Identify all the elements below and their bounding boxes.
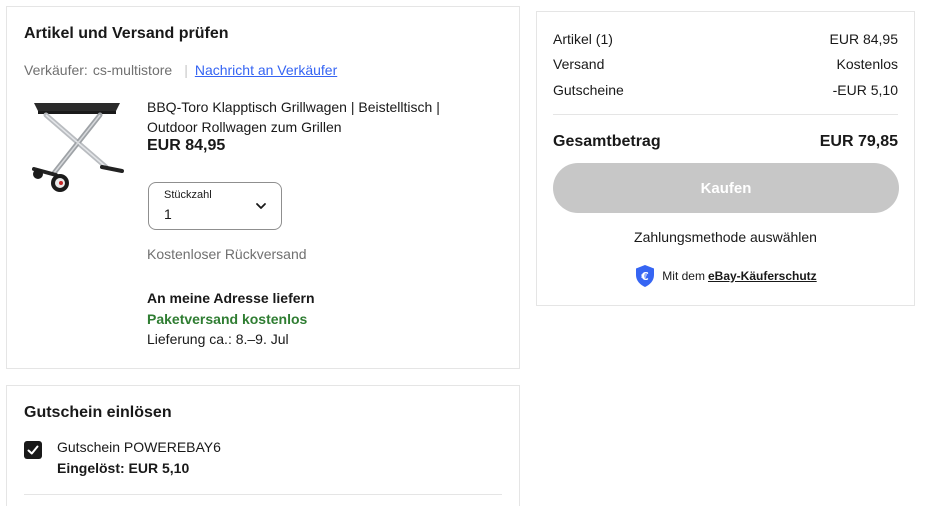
divider [24, 494, 502, 495]
items-shipping-card: Artikel und Versand prüfen Verkäufer: cs… [6, 6, 520, 369]
protection-prefix: Mit dem [662, 269, 705, 283]
svg-text:€: € [640, 270, 649, 283]
summary-row-coupons: Gutscheine -EUR 5,10 [553, 82, 898, 98]
seller-label: Verkäufer: [24, 62, 88, 78]
summary-label: Gutscheine [553, 82, 624, 98]
buy-button[interactable]: Kaufen [553, 163, 899, 213]
order-total-row: Gesamtbetrag EUR 79,85 [553, 133, 898, 151]
free-returns-text: Kostenloser Rückversand [147, 246, 307, 262]
coupon-code-text: Gutschein POWEREBAY6 [57, 439, 221, 455]
separator: | [184, 62, 188, 78]
summary-label: Artikel (1) [553, 31, 613, 47]
seller-name: cs-multistore [92, 62, 173, 78]
coupon-checkbox[interactable] [24, 441, 42, 459]
total-value: EUR 79,85 [819, 133, 898, 150]
summary-row-shipping: Versand Kostenlos [553, 56, 898, 72]
folding-grill-cart-image[interactable] [24, 95, 124, 195]
total-label: Gesamtbetrag [553, 133, 661, 150]
product-title[interactable]: BBQ-Toro Klapptisch Grillwagen | Beistel… [147, 97, 487, 137]
shipping-method: Paketversand kostenlos [147, 311, 308, 327]
product-price: EUR 84,95 [147, 137, 226, 154]
shield-euro-icon: € [636, 265, 655, 287]
message-seller-link[interactable]: Nachricht an Verkäufer [195, 62, 337, 78]
summary-value: -EUR 5,10 [832, 82, 898, 98]
divider [553, 114, 898, 115]
coupon-card: Gutschein einlösen Gutschein POWEREBAY6 … [6, 385, 520, 506]
summary-row-items: Artikel (1) EUR 84,95 [553, 31, 898, 47]
coupon-title: Gutschein einlösen [24, 404, 172, 421]
summary-value: Kostenlos [836, 56, 898, 72]
seller-row: Verkäufer: cs-multistore | Nachricht an … [24, 62, 337, 78]
summary-value: EUR 84,95 [829, 31, 898, 47]
summary-label: Versand [553, 56, 605, 72]
delivery-heading: An meine Adresse liefern [147, 290, 315, 306]
select-payment-method-link[interactable]: Zahlungsmethode auswählen [537, 229, 914, 245]
buyer-protection-link[interactable]: eBay-Käuferschutz [708, 269, 817, 283]
section-title: Artikel und Versand prüfen [24, 25, 229, 42]
quantity-label: Stückzahl [164, 189, 212, 201]
coupon-applied-text: Eingelöst: EUR 5,10 [57, 460, 190, 476]
chevron-down-icon [256, 203, 266, 209]
order-summary-card: Artikel (1) EUR 84,95 Versand Kostenlos … [536, 11, 915, 306]
buyer-protection: € Mit dem eBay-Käuferschutz [537, 264, 914, 288]
delivery-estimate: Lieferung ca.: 8.–9. Jul [147, 331, 289, 347]
checkmark-icon [27, 445, 39, 455]
quantity-value: 1 [164, 206, 172, 222]
quantity-select[interactable]: Stückzahl 1 [148, 182, 282, 230]
